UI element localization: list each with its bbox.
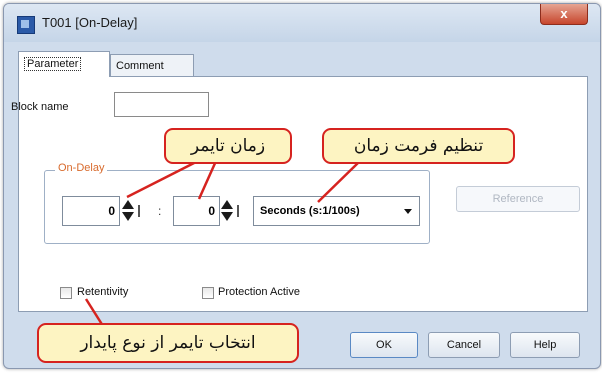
retentivity-checkbox[interactable] [60,287,72,299]
spin-down-icon[interactable] [122,212,134,221]
spin-down-icon[interactable] [221,212,233,221]
time-value-field-2[interactable]: 0 [173,196,220,226]
ok-button[interactable]: OK [350,332,418,358]
time-value-2-spinner[interactable] [219,196,234,226]
time-value-1-spinner[interactable] [120,196,135,226]
window-title: T001 [On-Delay] [42,15,138,30]
time-value-field-1[interactable]: 0 [62,196,120,226]
callout-retentive-timer: انتخاب تایمر از نوع پایدار [37,323,299,363]
spin-up-icon[interactable] [122,200,134,209]
time-unit-select[interactable]: Seconds (s:1/100s) [253,196,420,226]
time-unit-selected-value: Seconds (s:1/100s) [260,205,360,217]
retentivity-label[interactable]: Retentivity [77,286,128,298]
tab-parameter[interactable]: Parameter [18,51,110,77]
time-separator: : [158,204,162,218]
callout-timer-time: زمان تایمر [164,128,292,164]
title-bar[interactable]: T001 [On-Delay] x [4,4,600,42]
cancel-button[interactable]: Cancel [428,332,500,358]
tab-comment[interactable]: Comment [110,54,194,76]
protection-active-label[interactable]: Protection Active [218,286,300,298]
block-name-input[interactable] [114,92,209,117]
timer-block-icon [17,16,35,34]
on-delay-group-label: On-Delay [55,162,108,174]
callout-time-format: تنظیم فرمت زمان [322,128,515,164]
field-bracket [237,205,239,217]
dropdown-arrow-icon[interactable] [404,209,412,214]
tab-parameter-label: Parameter [24,57,82,71]
protection-active-checkbox[interactable] [202,287,214,299]
field-bracket [138,205,140,217]
reference-button[interactable]: Reference [456,186,580,212]
close-button[interactable]: x [540,4,588,25]
spin-up-icon[interactable] [221,200,233,209]
block-name-label: Block name [11,101,69,113]
help-button[interactable]: Help [510,332,580,358]
